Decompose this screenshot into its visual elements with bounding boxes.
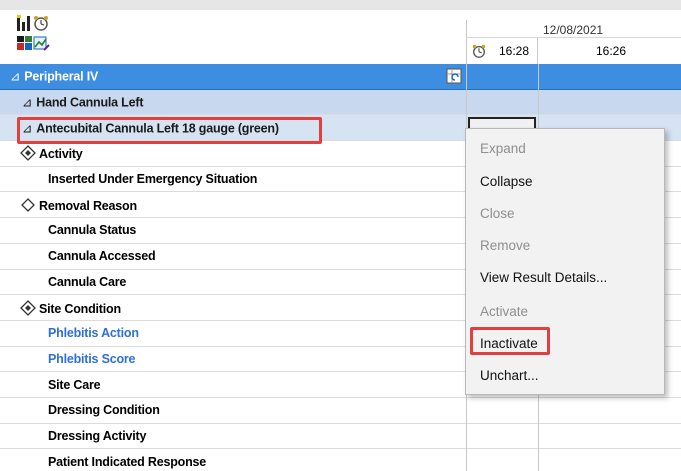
row-label: Activity bbox=[39, 147, 83, 162]
annotation-highlight-inactivate bbox=[470, 327, 550, 355]
column-header-1[interactable]: 16:28 bbox=[466, 38, 538, 64]
row-dressing-condition[interactable]: Dressing Condition bbox=[0, 397, 681, 424]
required-diamond-filled-icon bbox=[20, 145, 36, 162]
column-divider bbox=[538, 64, 539, 90]
row-label: Cannula Care bbox=[48, 274, 127, 289]
row-label: Removal Reason bbox=[39, 198, 137, 213]
menu-item-close[interactable]: Close bbox=[480, 206, 515, 221]
collapse-triangle-icon[interactable]: ⊿ bbox=[22, 95, 32, 110]
column-divider bbox=[466, 423, 467, 450]
column-divider bbox=[538, 423, 539, 450]
group-row-hand-cannula[interactable]: ⊿ Hand Cannula Left bbox=[0, 89, 681, 116]
column-divider bbox=[466, 64, 467, 90]
alarm-clock-icon[interactable] bbox=[32, 14, 50, 32]
row-label: Peripheral IV bbox=[24, 69, 99, 84]
row-label: Hand Cannula Left bbox=[36, 95, 144, 110]
column-divider bbox=[466, 449, 467, 471]
grid-refresh-icon[interactable] bbox=[446, 68, 462, 84]
menu-item-unchart[interactable]: Unchart... bbox=[480, 368, 539, 383]
section-row-peripheral-iv[interactable]: ⊿ Peripheral IV bbox=[0, 64, 681, 90]
column-divider bbox=[538, 397, 539, 424]
menu-item-collapse[interactable]: Collapse bbox=[480, 174, 533, 189]
annotation-highlight-row bbox=[17, 117, 322, 144]
row-label: Cannula Accessed bbox=[48, 249, 156, 264]
column-divider bbox=[538, 449, 539, 471]
row-label: Phlebitis Score bbox=[48, 351, 136, 366]
header-date: 12/08/2021 bbox=[543, 23, 604, 37]
row-label: Dressing Activity bbox=[48, 428, 147, 443]
alarm-clock-icon bbox=[472, 44, 486, 58]
row-label: Patient Indicated Response bbox=[48, 454, 207, 469]
column-divider bbox=[466, 89, 467, 116]
menu-item-expand[interactable]: Expand bbox=[480, 141, 526, 156]
column-divider bbox=[538, 89, 539, 116]
row-patient-response[interactable]: Patient Indicated Response bbox=[0, 449, 681, 471]
row-label: Dressing Condition bbox=[48, 403, 160, 418]
row-label: Site Condition bbox=[39, 301, 121, 316]
top-band bbox=[0, 0, 681, 10]
required-diamond-filled-icon bbox=[20, 299, 36, 316]
column-2-time: 16:26 bbox=[596, 44, 627, 58]
menu-item-view-result-details[interactable]: View Result Details... bbox=[480, 270, 607, 285]
time-header-row: 16:28 16:26 bbox=[466, 38, 681, 64]
column-1-time: 16:28 bbox=[499, 44, 530, 58]
row-label: Phlebitis Action bbox=[48, 326, 139, 341]
column-divider bbox=[466, 397, 467, 424]
date-header: 12/08/2021 bbox=[466, 20, 681, 38]
row-label: Cannula Status bbox=[48, 223, 137, 238]
row-label: Inserted Under Emergency Situation bbox=[48, 172, 258, 187]
row-dressing-activity[interactable]: Dressing Activity bbox=[0, 423, 681, 450]
menu-item-activate[interactable]: Activate bbox=[480, 304, 528, 319]
context-menu: Expand Collapse Close Remove View Result… bbox=[465, 128, 665, 395]
menu-item-remove[interactable]: Remove bbox=[480, 238, 530, 253]
toolbar bbox=[16, 14, 56, 54]
chart-edit-icon[interactable] bbox=[32, 34, 50, 52]
diamond-outline-icon bbox=[21, 197, 35, 212]
collapse-triangle-icon[interactable]: ⊿ bbox=[10, 69, 20, 84]
row-label: Site Care bbox=[48, 377, 101, 392]
